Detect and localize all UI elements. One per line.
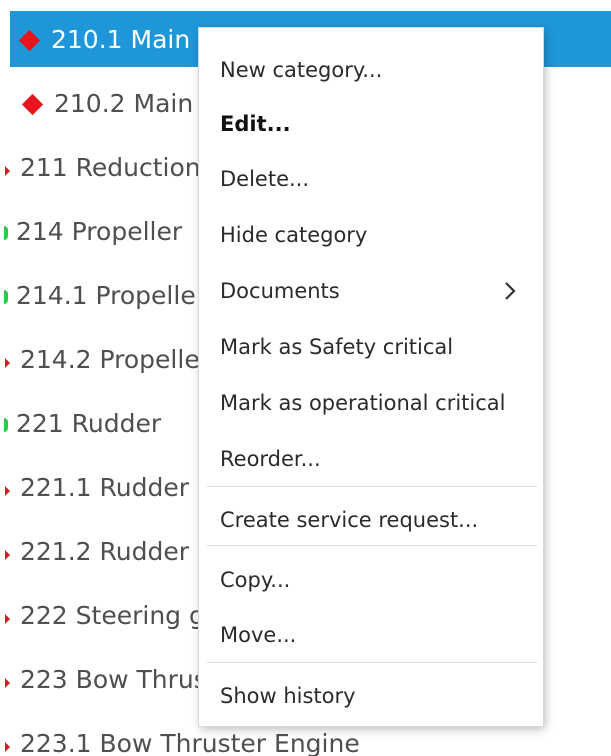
tree-row[interactable]: 221.2 Rudder SB xyxy=(0,528,230,574)
menu-item-label: Move... xyxy=(220,623,297,647)
menu-item-label: Reorder... xyxy=(220,447,321,471)
menu-item-edit[interactable]: Edit... xyxy=(199,99,543,149)
tree-row[interactable]: 221 Rudder xyxy=(0,400,161,446)
tree-row-label: 214 Propeller xyxy=(16,216,183,246)
tree-row-marker xyxy=(5,665,10,694)
menu-item-mark-as-safety-critical[interactable]: Mark as Safety critical xyxy=(199,322,543,372)
context-menu: New category... Edit... Delete... Hide cate… xyxy=(199,28,543,726)
menu-item-mark-as-operational-critical[interactable]: Mark as operational critical xyxy=(199,378,543,428)
status-critical-icon xyxy=(5,485,10,496)
tree-row-marker xyxy=(5,345,10,374)
menu-item-move[interactable]: Move... xyxy=(199,610,543,660)
menu-item-documents[interactable]: Documents xyxy=(199,266,543,316)
menu-separator xyxy=(207,486,537,487)
menu-separator xyxy=(207,545,537,546)
menu-item-label: Hide category xyxy=(220,223,368,247)
critical-diamond-icon xyxy=(21,93,44,115)
chevron-right-icon xyxy=(505,282,516,300)
menu-item-reorder[interactable]: Reorder... xyxy=(199,434,543,484)
menu-item-label: Copy... xyxy=(220,568,291,592)
status-critical-icon xyxy=(5,613,10,624)
menu-item-label: Show history xyxy=(220,684,356,708)
tree-row-label: 221.1 Rudder PS xyxy=(20,472,228,502)
menu-item-label: Documents xyxy=(220,279,340,303)
tree-row-marker xyxy=(21,89,44,118)
tree-row-label: 223.1 Bow Thruster Engine xyxy=(20,728,360,756)
status-ok-icon xyxy=(4,289,8,304)
tree-row-marker xyxy=(5,729,10,756)
tree-row-marker xyxy=(5,473,10,502)
tree-row-marker xyxy=(18,25,41,54)
status-critical-icon xyxy=(5,677,10,688)
tree-row-marker xyxy=(5,601,10,630)
tree-row-marker xyxy=(5,537,10,566)
critical-diamond-icon xyxy=(18,29,41,51)
menu-item-hide-category[interactable]: Hide category xyxy=(199,210,543,260)
menu-item-delete[interactable]: Delete... xyxy=(199,154,543,204)
menu-separator xyxy=(207,662,537,663)
status-critical-icon xyxy=(5,741,10,752)
menu-item-label: New category... xyxy=(220,58,383,82)
tree-row-marker xyxy=(4,409,8,438)
menu-item-label: Create service request... xyxy=(220,508,479,532)
menu-item-label: Delete... xyxy=(220,167,310,191)
status-ok-icon xyxy=(4,225,8,240)
menu-item-show-history[interactable]: Show history xyxy=(199,671,543,721)
menu-item-create-service-request[interactable]: Create service request... xyxy=(199,495,543,545)
tree-row-marker xyxy=(4,281,8,310)
status-critical-icon xyxy=(5,357,10,368)
status-ok-icon xyxy=(4,417,8,432)
tree-row-label: 221 Rudder xyxy=(16,408,162,438)
menu-item-copy[interactable]: Copy... xyxy=(199,555,543,605)
status-critical-icon xyxy=(5,549,10,560)
screen: 210.1 Main Engine PS 210.2 Main Engine SB… xyxy=(0,0,611,756)
status-critical-icon xyxy=(5,165,10,176)
menu-item-label: Edit... xyxy=(220,112,291,136)
tree-row[interactable]: 221.1 Rudder PS xyxy=(0,464,228,510)
tree-row[interactable]: 214 Propeller xyxy=(0,208,182,254)
menu-item-label: Mark as Safety critical xyxy=(220,335,454,359)
tree-row-marker xyxy=(4,217,8,246)
tree-row-marker xyxy=(5,153,10,182)
menu-item-new-category[interactable]: New category... xyxy=(199,45,543,95)
menu-item-label: Mark as operational critical xyxy=(220,391,506,415)
